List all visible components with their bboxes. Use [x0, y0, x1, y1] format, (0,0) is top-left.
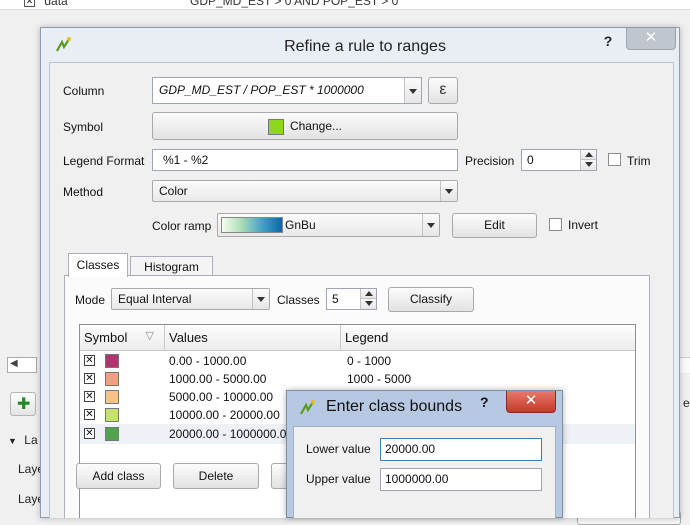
classes-value: 5 — [332, 292, 339, 306]
close-button[interactable]: ✕ — [506, 391, 556, 413]
trim-checkbox[interactable] — [608, 153, 621, 166]
epsilon-icon: ε — [439, 81, 447, 98]
rule-expression: GDP_MD_EST > 0 AND POP_EST > 0 — [190, 0, 399, 8]
close-icon: ✕ — [524, 392, 538, 409]
color-ramp-combo[interactable]: GnBu — [217, 213, 440, 237]
symbol-column-header[interactable]: Symbol ▽ — [80, 325, 165, 351]
qgis-app-icon — [300, 400, 315, 415]
spin-down-icon[interactable] — [360, 299, 376, 309]
symbol-change-button[interactable]: Change... — [152, 112, 458, 140]
chevron-down-icon[interactable] — [440, 181, 457, 201]
close-icon: ✕ — [644, 29, 658, 46]
symbol-change-label: Change... — [289, 119, 343, 133]
method-label: Method — [63, 185, 104, 199]
precision-spinbox[interactable]: 0 — [521, 149, 597, 171]
upper-value-input[interactable]: 1000000.00 — [380, 468, 542, 491]
class-legend[interactable]: 1000 - 5000 — [347, 372, 411, 386]
class-values[interactable]: 0.00 - 1000.00 — [169, 354, 246, 368]
legend-column-header[interactable]: Legend — [341, 325, 635, 351]
symbol-color-swatch — [267, 118, 284, 135]
rule-layer-name: data — [44, 0, 68, 8]
spin-up-icon[interactable] — [580, 150, 596, 160]
mode-value: Equal Interval — [118, 292, 192, 306]
row-check-icon[interactable]: ✕ — [84, 373, 95, 384]
lower-value-label: Lower value — [306, 442, 371, 456]
layers-panel-label: La — [24, 433, 38, 447]
right-edge-text: e — [683, 396, 690, 410]
color-ramp-value: GnBu — [285, 218, 316, 232]
edit-ramp-button[interactable]: Edit — [452, 213, 537, 238]
symbol-header-label: Symbol — [84, 330, 128, 345]
class-legend[interactable]: 0 - 1000 — [347, 354, 391, 368]
class-color-swatch[interactable] — [105, 372, 119, 386]
scroll-left-arrow-icon[interactable]: ◀ — [10, 358, 18, 369]
tab-classes[interactable]: Classes — [68, 253, 128, 277]
rule-checkbox[interactable]: ✕ — [24, 0, 35, 8]
mode-combo[interactable]: Equal Interval — [111, 288, 270, 310]
values-column-header[interactable]: Values — [165, 325, 341, 351]
rule-row[interactable]: ✕ data GDP_MD_EST > 0 AND POP_EST > 0 — [24, 0, 398, 8]
collapse-triangle-icon[interactable]: ▼ — [8, 436, 17, 446]
color-ramp-preview — [221, 217, 283, 233]
help-button[interactable]: ? — [480, 394, 489, 410]
tab-histogram[interactable]: Histogram — [130, 256, 213, 276]
table-row[interactable]: ✕ 0.00 - 1000.00 0 - 1000 — [80, 352, 635, 370]
delete-class-button[interactable]: Delete — [173, 463, 259, 489]
mode-label: Mode — [75, 293, 106, 307]
color-ramp-label: Color ramp — [152, 219, 212, 233]
upper-value-label: Upper value — [306, 472, 371, 486]
chevron-down-icon[interactable] — [404, 78, 421, 103]
lower-value-input[interactable]: 20000.00 — [380, 438, 542, 461]
class-values[interactable]: 5000.00 - 10000.00 — [169, 390, 273, 404]
class-color-swatch[interactable] — [105, 390, 119, 404]
plus-icon: ✚ — [17, 396, 31, 413]
precision-label: Precision — [465, 154, 515, 168]
expression-builder-button[interactable]: ε — [428, 77, 458, 104]
chevron-down-icon[interactable] — [422, 214, 439, 236]
help-button[interactable]: ? — [596, 33, 620, 51]
class-color-swatch[interactable] — [105, 427, 119, 441]
spin-down-icon[interactable] — [580, 160, 596, 170]
class-color-swatch[interactable] — [105, 354, 119, 368]
layers-panel-header[interactable]: ▼ La — [8, 433, 38, 447]
class-color-swatch[interactable] — [105, 408, 119, 422]
dialog-title: Refine a rule to ranges — [284, 38, 446, 55]
trim-label: Trim — [627, 154, 651, 168]
sort-indicator-icon: ▽ — [145, 330, 154, 342]
legend-format-input[interactable]: %1 - %2 — [152, 149, 458, 171]
column-expression-combo[interactable]: GDP_MD_EST / POP_EST * 1000000 — [152, 77, 422, 104]
classify-button[interactable]: Classify — [388, 287, 474, 312]
legend-format-label: Legend Format — [63, 154, 145, 168]
horizontal-scrollbar[interactable]: ◀ — [7, 357, 37, 373]
row-check-icon[interactable]: ✕ — [84, 391, 95, 402]
symbol-label: Symbol — [63, 120, 104, 134]
method-value: Color — [159, 184, 188, 198]
close-button[interactable]: ✕ — [626, 28, 676, 50]
add-class-button[interactable]: Add class — [76, 463, 161, 489]
chevron-down-icon[interactable] — [252, 289, 269, 309]
row-check-icon[interactable]: ✕ — [84, 428, 95, 439]
precision-value: 0 — [527, 153, 534, 167]
invert-checkbox[interactable] — [549, 218, 562, 231]
row-check-icon[interactable]: ✕ — [84, 355, 95, 366]
spin-up-icon[interactable] — [360, 289, 376, 299]
table-row[interactable]: ✕ 1000.00 - 5000.00 1000 - 5000 — [80, 370, 635, 388]
invert-label: Invert — [568, 218, 599, 232]
classes-label: Classes — [277, 293, 320, 307]
column-label: Column — [63, 84, 105, 98]
column-expression-value: GDP_MD_EST / POP_EST * 1000000 — [159, 83, 364, 97]
class-bounds-title: Enter class bounds — [326, 398, 463, 415]
class-values[interactable]: 20000.00 - 1000000.00 — [169, 427, 293, 441]
row-check-icon[interactable]: ✕ — [84, 409, 95, 420]
qgis-app-icon — [56, 37, 71, 52]
classes-spinbox[interactable]: 5 — [326, 288, 377, 310]
class-values[interactable]: 1000.00 - 5000.00 — [169, 372, 266, 386]
class-values[interactable]: 10000.00 - 20000.00 — [169, 408, 280, 422]
method-combo[interactable]: Color — [152, 180, 458, 202]
add-layer-button[interactable]: ✚ — [10, 392, 36, 416]
